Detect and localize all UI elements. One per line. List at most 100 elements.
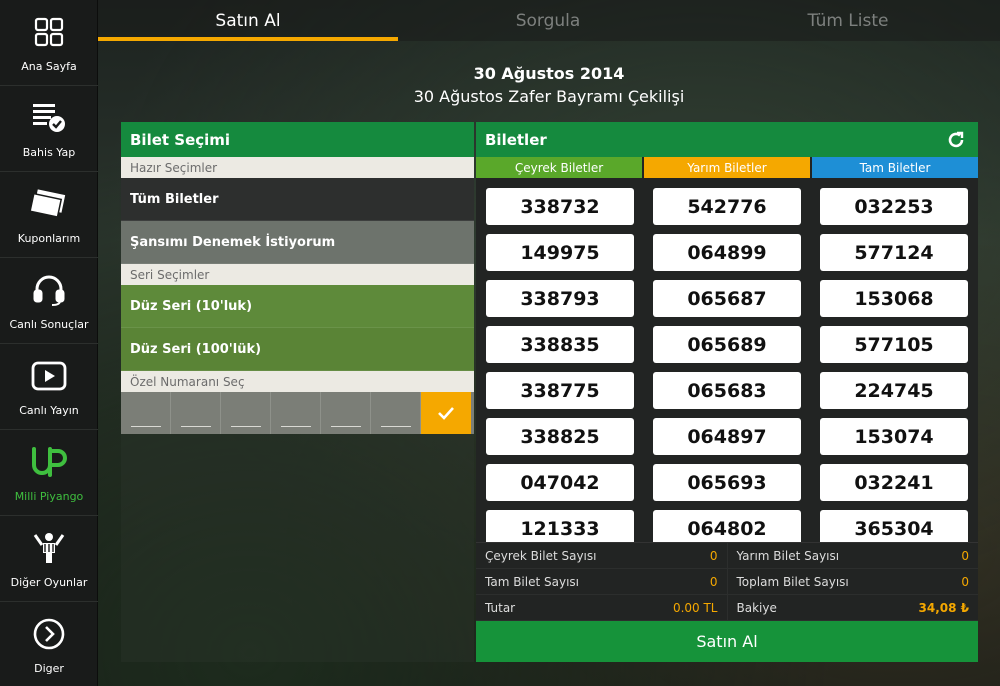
category-full[interactable]: Tam Biletler	[812, 157, 978, 178]
ticket-number[interactable]: 065693	[653, 464, 801, 501]
digit-input-6[interactable]	[371, 392, 421, 434]
summary-value: 0.00 TL	[672, 600, 718, 615]
summary-label: Toplam Bilet Sayısı	[736, 574, 849, 589]
sidebar-item-label: Bahis Yap	[22, 146, 76, 159]
ticket-grid: 338732 149975 338793 338835 338775 33882…	[476, 178, 978, 542]
ticket-number[interactable]: 577124	[820, 234, 968, 271]
balance: Bakiye 34,08 ₺	[726, 595, 979, 620]
sidebar-item-label: Kuponlarım	[17, 232, 81, 245]
ticket-number[interactable]: 224745	[820, 372, 968, 409]
ticket-number[interactable]: 121333	[486, 510, 634, 542]
milli-piyango-icon	[29, 442, 69, 482]
total-count: Toplam Bilet Sayısı 0	[726, 569, 979, 594]
checkmark-icon	[438, 407, 454, 420]
amount: Tutar 0.00 TL	[476, 595, 727, 620]
summary-label: Tam Bilet Sayısı	[485, 574, 579, 589]
sidebar-item-canli-yayin[interactable]: Canlı Yayın	[0, 344, 98, 430]
sidebar-item-diger-oyunlar[interactable]: Diğer Oyunlar	[0, 516, 98, 602]
category-half[interactable]: Yarım Biletler	[644, 157, 810, 178]
summary-label: Yarım Bilet Sayısı	[736, 548, 840, 563]
ticket-selection-panel: Bilet Seçimi Hazır Seçimler Tüm Biletler…	[121, 122, 474, 662]
headset-icon	[29, 270, 69, 310]
ticket-number[interactable]: 153068	[820, 280, 968, 317]
sidebar-item-canli-sonuclar[interactable]: Canlı Sonuçlar	[0, 258, 98, 344]
sidebar-item-kuponlarim[interactable]: Kuponlarım	[0, 172, 98, 258]
other-games-icon	[29, 528, 69, 568]
sidebar: Ana Sayfa Bahis Yap Kuponlarım Canlı Son…	[0, 0, 98, 686]
quarter-count: Çeyrek Bilet Sayısı 0	[476, 543, 727, 568]
summary-value: 34,08 ₺	[918, 600, 969, 615]
ticket-number[interactable]: 149975	[486, 234, 634, 271]
play-icon	[29, 356, 69, 396]
sidebar-item-ana-sayfa[interactable]: Ana Sayfa	[0, 0, 98, 86]
sidebar-item-label: Diğer Oyunlar	[10, 576, 88, 589]
tickets-panel: Biletler Çeyrek Biletler Yarım Biletler …	[476, 122, 978, 662]
option-series-10[interactable]: Düz Seri (10'luk)	[121, 285, 474, 328]
section-label-ready: Hazır Seçimler	[121, 157, 474, 178]
ticket-number[interactable]: 064802	[653, 510, 801, 542]
tab-sorgula[interactable]: Sorgula	[398, 0, 698, 41]
bet-slip-icon	[29, 98, 69, 138]
ticket-categories: Çeyrek Biletler Yarım Biletler Tam Bilet…	[476, 157, 978, 178]
ticket-number[interactable]: 338825	[486, 418, 634, 455]
home-grid-icon	[29, 12, 69, 52]
ticket-number[interactable]: 338732	[486, 188, 634, 225]
summary-label: Çeyrek Bilet Sayısı	[485, 548, 597, 563]
draw-name: 30 Ağustos Zafer Bayramı Çekilişi	[413, 87, 685, 106]
summary-label: Tutar	[485, 600, 516, 615]
panel-title: Biletler	[485, 130, 547, 149]
option-try-luck[interactable]: Şansımı Denemek İstiyorum	[121, 221, 474, 264]
sidebar-item-label: Canlı Yayın	[19, 404, 79, 417]
option-series-100[interactable]: Düz Seri (100'lük)	[121, 328, 474, 371]
digit-input-5[interactable]	[321, 392, 371, 434]
ticket-number[interactable]: 065687	[653, 280, 801, 317]
refresh-icon[interactable]	[946, 130, 966, 150]
sidebar-item-label: Canlı Sonuçlar	[9, 318, 89, 331]
section-label-custom: Özel Numaranı Seç	[121, 371, 474, 392]
sidebar-item-bahis-yap[interactable]: Bahis Yap	[0, 86, 98, 172]
sidebar-item-milli-piyango[interactable]: Milli Piyango	[0, 430, 98, 516]
confirm-number-button[interactable]	[421, 392, 471, 434]
custom-number-input-row	[121, 392, 474, 434]
sidebar-item-label: Diger	[34, 662, 64, 675]
summary-value: 0	[961, 574, 969, 589]
ticket-number[interactable]: 365304	[820, 510, 968, 542]
tab-satin-al[interactable]: Satın Al	[98, 0, 398, 41]
ticket-number[interactable]: 064897	[653, 418, 801, 455]
ticket-number[interactable]: 542776	[653, 188, 801, 225]
category-quarter[interactable]: Çeyrek Biletler	[476, 157, 642, 178]
ticket-number[interactable]: 065689	[653, 326, 801, 363]
ticket-number[interactable]: 065683	[653, 372, 801, 409]
ticket-number[interactable]: 577105	[820, 326, 968, 363]
purchase-summary: Çeyrek Bilet Sayısı 0 Yarım Bilet Sayısı…	[476, 542, 978, 621]
ticket-number[interactable]: 153074	[820, 418, 968, 455]
full-count: Tam Bilet Sayısı 0	[476, 569, 727, 594]
digit-input-3[interactable]	[221, 392, 271, 434]
panel-title: Bilet Seçimi	[121, 122, 474, 157]
ticket-number[interactable]: 032241	[820, 464, 968, 501]
top-tabs: Satın Al Sorgula Tüm Liste	[98, 0, 1000, 41]
sidebar-item-label: Ana Sayfa	[21, 60, 77, 73]
half-count: Yarım Bilet Sayısı 0	[726, 543, 979, 568]
ticket-number[interactable]: 338835	[486, 326, 634, 363]
chevron-right-icon	[29, 614, 69, 654]
ticket-number[interactable]: 032253	[820, 188, 968, 225]
option-all-tickets[interactable]: Tüm Biletler	[121, 178, 474, 221]
ticket-number[interactable]: 064899	[653, 234, 801, 271]
digit-input-2[interactable]	[171, 392, 221, 434]
quarter-ticket-column: 338732 149975 338793 338835 338775 33882…	[486, 188, 634, 542]
digit-input-1[interactable]	[121, 392, 171, 434]
buy-button[interactable]: Satın Al	[476, 621, 978, 662]
ticket-number[interactable]: 338775	[486, 372, 634, 409]
sidebar-item-label: Milli Piyango	[14, 490, 84, 503]
ticket-number[interactable]: 338793	[486, 280, 634, 317]
ticket-number[interactable]: 047042	[486, 464, 634, 501]
sidebar-item-diger[interactable]: Diger	[0, 602, 98, 686]
tab-tum-liste[interactable]: Tüm Liste	[698, 0, 998, 41]
full-ticket-column: 032253 577124 153068 577105 224745 15307…	[820, 188, 968, 542]
half-ticket-column: 542776 064899 065687 065689 065683 06489…	[653, 188, 801, 542]
summary-value: 0	[961, 548, 969, 563]
summary-label: Bakiye	[736, 600, 777, 615]
digit-input-4[interactable]	[271, 392, 321, 434]
coupons-icon	[29, 184, 69, 224]
